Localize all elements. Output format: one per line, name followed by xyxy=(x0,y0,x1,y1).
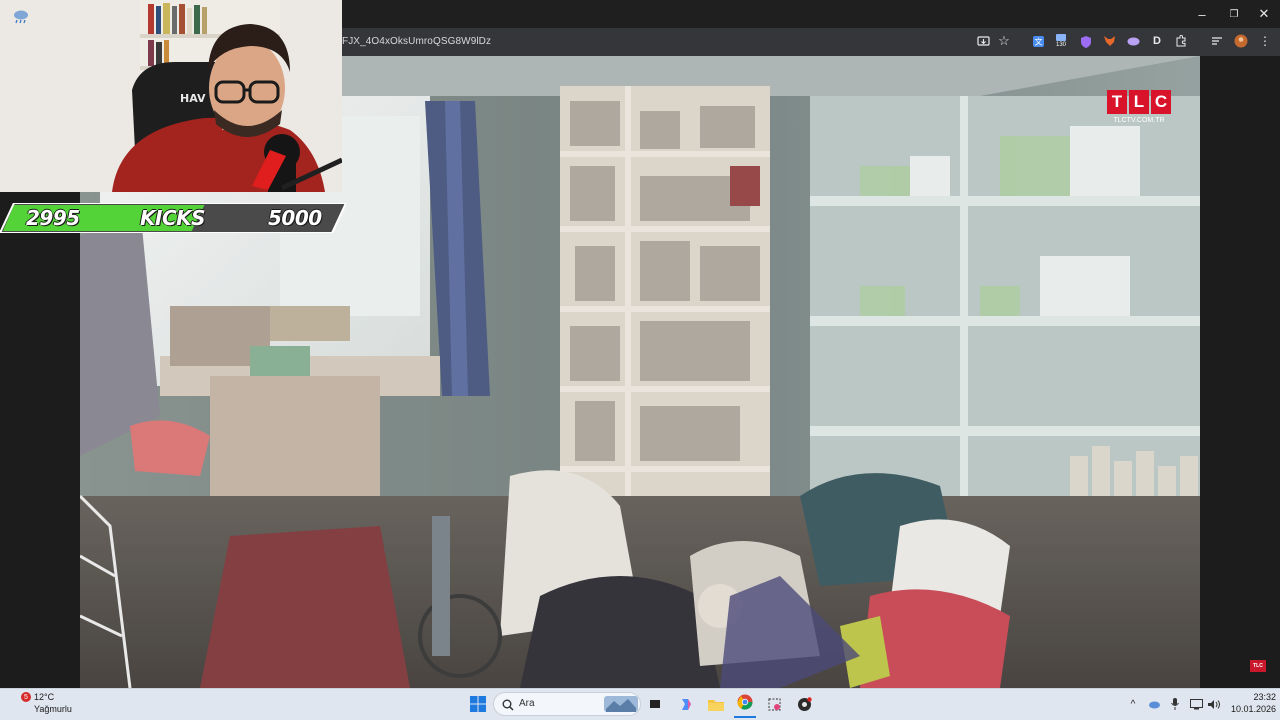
copilot-button[interactable] xyxy=(676,688,696,720)
kicks-label: KICKS xyxy=(140,206,206,230)
address-bar-url[interactable]: FJX_4O4xOksUmroQSG8W9lDz xyxy=(342,36,491,47)
shield-extension-icon[interactable] xyxy=(1078,33,1094,49)
install-app-icon[interactable] xyxy=(975,33,991,49)
copilot-icon xyxy=(681,698,691,710)
tlc-letter-t: T xyxy=(1107,90,1127,114)
screen: – ❐ ✕ FJX_4O4xOksUmroQSG8W9lDz ☆ 文 130 D… xyxy=(0,0,1280,720)
weather-alert-badge: 5 xyxy=(21,692,31,702)
weather-temperature: 12°C xyxy=(34,692,55,702)
cloud-sync-icon xyxy=(1148,701,1160,709)
windows-start-button[interactable] xyxy=(468,688,488,720)
weather-description: Yağmurlu xyxy=(34,704,72,714)
onedrive-tray-button[interactable] xyxy=(1146,688,1162,720)
tlc-channel-logo: T L C xyxy=(1107,90,1171,114)
minimize-button[interactable]: – xyxy=(1186,0,1218,28)
task-view-icon xyxy=(650,700,660,708)
network-tray-button[interactable] xyxy=(1188,688,1204,720)
show-hidden-icons-chevron-icon[interactable]: ^ xyxy=(1126,688,1140,720)
weather-widget[interactable] xyxy=(10,0,32,32)
obs-record-icon xyxy=(797,696,812,711)
clock-time[interactable]: 23:32 xyxy=(1236,692,1276,702)
microphone-tray-button[interactable] xyxy=(1168,688,1182,720)
close-button[interactable]: ✕ xyxy=(1248,0,1280,28)
network-monitor-icon xyxy=(1189,698,1203,709)
search-highlight-icon xyxy=(604,696,638,717)
microphone-icon xyxy=(1171,698,1179,710)
volume-tray-button[interactable] xyxy=(1206,688,1222,720)
tlc-channel-url: TLCTV.COM.TR xyxy=(1113,117,1165,124)
profile-avatar-icon[interactable] xyxy=(1233,33,1249,49)
svg-text:文: 文 xyxy=(1034,36,1042,46)
d-extension-icon[interactable]: D xyxy=(1149,33,1165,49)
extension-badge: 130 xyxy=(1055,41,1066,48)
windows-start-icon xyxy=(470,696,486,712)
moon-extension-icon[interactable] xyxy=(1125,33,1141,49)
more-menu-icon[interactable]: ⋮ xyxy=(1257,33,1273,49)
translate-extension-icon[interactable]: 文 xyxy=(1030,33,1046,49)
obs-button[interactable] xyxy=(794,688,814,720)
snipping-tool-button[interactable] xyxy=(764,688,784,720)
tlc-letter-c: C xyxy=(1151,90,1171,114)
puzzle-extensions-icon[interactable] xyxy=(1173,33,1189,49)
search-placeholder: Ara xyxy=(519,698,535,709)
video-letterbox-right xyxy=(1200,56,1280,688)
kicks-goal-count: 5000 xyxy=(268,206,322,230)
svg-text:HAV: HAV xyxy=(180,92,206,105)
file-explorer-button[interactable] xyxy=(706,688,726,720)
restore-button[interactable]: ❐ xyxy=(1218,0,1250,28)
chrome-icon xyxy=(737,694,753,710)
bookmark-star-icon[interactable]: ☆ xyxy=(996,33,1012,49)
chrome-taskbar-button[interactable] xyxy=(734,688,756,718)
kicks-current-count: 2995 xyxy=(26,206,80,230)
extension-with-badge-icon[interactable]: 130 xyxy=(1053,33,1069,49)
tlc-corner-logo: TLC xyxy=(1250,660,1266,672)
fox-extension-icon[interactable] xyxy=(1101,33,1117,49)
task-view-button[interactable] xyxy=(646,688,664,720)
snipping-tool-icon xyxy=(767,697,781,711)
streamer-webcam: HAV xyxy=(0,0,342,192)
folder-icon xyxy=(708,699,724,711)
clock-date[interactable]: 10.01.2026 xyxy=(1226,704,1276,714)
tlc-letter-l: L xyxy=(1129,90,1149,114)
reading-list-icon[interactable] xyxy=(1209,33,1225,49)
speaker-icon xyxy=(1207,699,1220,709)
search-icon xyxy=(502,698,514,716)
webcam-frame: HAV xyxy=(0,0,342,192)
rain-cloud-icon xyxy=(14,10,28,24)
